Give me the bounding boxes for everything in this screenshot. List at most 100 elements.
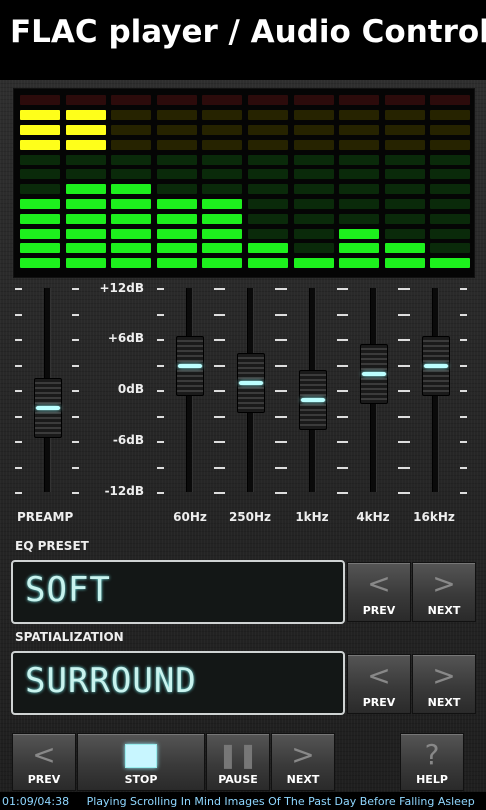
db-label-0: 0dB [117, 382, 144, 396]
spectrum-cell [339, 154, 380, 165]
spectrum-cell [339, 169, 380, 180]
spectrum-column [20, 95, 60, 273]
spectrum-cell [20, 154, 60, 165]
spectrum-cell [430, 228, 471, 239]
spatialization-value: SURROUND [25, 661, 197, 701]
help-label: HELP [416, 773, 448, 786]
spatialization-heading: SPATIALIZATION [15, 630, 124, 644]
db-label-minus12: -12dB [104, 484, 144, 498]
status-bar: 01:09/04:38 Playing Scrolling In Mind Im… [0, 795, 486, 810]
slider-indicator [301, 397, 325, 402]
spectrum-cell [156, 228, 197, 239]
spectrum-cell [430, 199, 471, 209]
spatialization-next-label: NEXT [427, 696, 461, 709]
spectrum-cell [430, 95, 471, 106]
spectrum-cell [384, 139, 425, 150]
eq-slider-thumb[interactable] [422, 335, 450, 396]
spectrum-cell [384, 243, 425, 254]
tick-mark [341, 365, 348, 367]
spectrum-cell [65, 125, 106, 135]
tick-mark [460, 314, 467, 316]
spectrum-cell [111, 139, 152, 150]
spectrum-cell [339, 95, 380, 106]
tick-mark [157, 492, 164, 494]
db-label-minus6: -6dB [112, 433, 144, 447]
spectrum-cell [248, 125, 288, 135]
spectrum-cell [20, 184, 60, 195]
tick-mark [341, 492, 348, 494]
spectrum-cell [339, 184, 380, 195]
spectrum-cell [65, 228, 106, 239]
tick-mark [341, 441, 348, 443]
spectrum-cell [202, 154, 243, 165]
spectrum-cell [20, 110, 60, 121]
stop-button[interactable]: STOP [77, 733, 205, 791]
band-label-60hz: 60Hz [173, 510, 207, 524]
spectrum-cell [293, 110, 334, 121]
spectrum-cell [65, 169, 106, 180]
pause-button[interactable]: ❚❚ PAUSE [206, 733, 270, 791]
spectrum-cell [430, 258, 471, 269]
tick-mark [157, 441, 164, 443]
band-label-preamp: PREAMP [17, 510, 74, 524]
spectrum-cell [430, 243, 471, 254]
spatialization-next-button[interactable]: > NEXT [412, 654, 476, 714]
tick-mark [157, 467, 164, 469]
slider-indicator [424, 363, 448, 368]
tick-mark [460, 288, 467, 290]
spectrum-cell [65, 184, 106, 195]
spectrum-cell [339, 139, 380, 150]
spectrum-cell [156, 139, 197, 150]
spatialization-display[interactable]: SURROUND [11, 651, 345, 715]
tick-mark [403, 365, 410, 367]
spatialization-prev-button[interactable]: < PREV [347, 654, 411, 714]
stop-label: STOP [124, 773, 158, 786]
tick-mark [15, 441, 22, 443]
tick-mark [403, 416, 410, 418]
tick-mark [341, 416, 348, 418]
spectrum-cell [202, 125, 243, 135]
spectrum-cell [293, 213, 334, 224]
tick-mark [460, 441, 467, 443]
eq-slider-thumb[interactable] [176, 335, 204, 396]
spectrum-cell [430, 125, 471, 135]
spectrum-cell [111, 228, 152, 239]
help-button[interactable]: ? HELP [400, 733, 464, 791]
eq-preset-prev-button[interactable]: < PREV [347, 562, 411, 622]
spectrum-cell [156, 110, 197, 121]
spectrum-column [111, 95, 152, 273]
tick-mark [280, 492, 287, 494]
spectrum-cell [20, 258, 60, 269]
pause-icon: ❚❚ [217, 741, 259, 769]
eq-slider-thumb[interactable] [360, 344, 388, 404]
band-label-4khz: 4kHz [356, 510, 390, 524]
tick-mark [341, 390, 348, 392]
eq-preset-display[interactable]: SOFT [11, 560, 345, 624]
transport-prev-button[interactable]: < PREV [12, 733, 76, 791]
spectrum-column [65, 95, 106, 273]
tick-mark [15, 416, 22, 418]
transport-next-button[interactable]: > NEXT [271, 733, 335, 791]
eq-slider-thumb[interactable] [299, 369, 327, 430]
spectrum-cell [65, 258, 106, 269]
spectrum-cell [430, 154, 471, 165]
eq-preset-next-button[interactable]: > NEXT [412, 562, 476, 622]
eq-slider-thumb[interactable] [34, 378, 62, 438]
spectrum-cell [248, 95, 288, 106]
spectrum-cell [20, 95, 60, 106]
tick-mark [403, 390, 410, 392]
tick-mark [72, 390, 79, 392]
tick-mark [403, 288, 410, 290]
spectrum-cell [202, 169, 243, 180]
tick-mark [341, 339, 348, 341]
spectrum-cell [248, 199, 288, 209]
spectrum-cell [384, 258, 425, 269]
tick-mark [280, 288, 287, 290]
spectrum-cell [20, 228, 60, 239]
spectrum-cell [384, 154, 425, 165]
tick-mark [341, 288, 348, 290]
eq-slider-thumb[interactable] [237, 352, 265, 413]
spectrum-cell [384, 169, 425, 180]
spectrum-cell [111, 110, 152, 121]
spectrum-cell [202, 228, 243, 239]
